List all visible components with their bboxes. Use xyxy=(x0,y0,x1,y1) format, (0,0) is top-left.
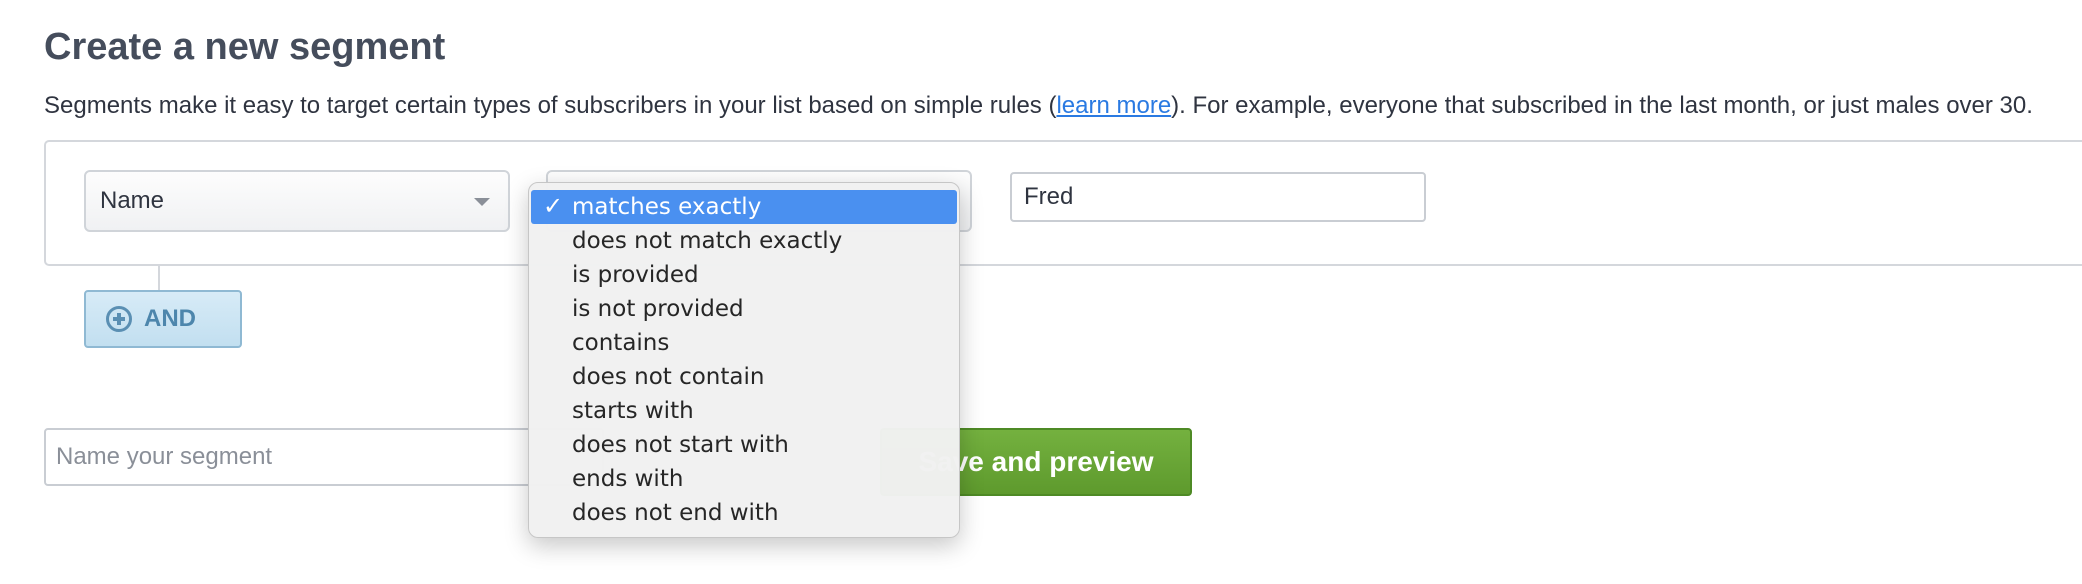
intro-text-start: Segments make it easy to target certain … xyxy=(44,92,1057,119)
field-select-value: Name xyxy=(100,187,165,214)
menu-item-contains[interactable]: contains xyxy=(531,326,957,360)
checkmark-icon: ✓ xyxy=(543,192,564,220)
menu-item-label: does not match exactly xyxy=(572,228,843,254)
rule-connector-line xyxy=(158,266,160,292)
and-button[interactable]: AND xyxy=(84,290,242,348)
menu-item-label: does not contain xyxy=(572,364,765,390)
menu-item-is-not-provided[interactable]: is not provided xyxy=(531,292,957,326)
page-title: Create a new segment xyxy=(44,26,446,68)
menu-item-label: starts with xyxy=(572,398,694,424)
operator-dropdown-menu: ✓ matches exactly does not match exactly … xyxy=(528,182,960,538)
segment-name-input[interactable] xyxy=(44,428,604,486)
intro-text: Segments make it easy to target certain … xyxy=(44,92,2033,120)
menu-item-matches-exactly[interactable]: ✓ matches exactly xyxy=(531,190,957,224)
menu-item-label: does not end with xyxy=(572,500,779,526)
menu-item-label: ends with xyxy=(572,466,684,492)
menu-item-label: matches exactly xyxy=(572,194,762,220)
and-button-label: AND xyxy=(144,305,196,332)
menu-item-label: is provided xyxy=(572,262,699,288)
menu-item-label: is not provided xyxy=(572,296,744,322)
menu-item-does-not-end-with[interactable]: does not end with xyxy=(531,496,957,530)
menu-item-does-not-match-exactly[interactable]: does not match exactly xyxy=(531,224,957,258)
menu-item-label: does not start with xyxy=(572,432,789,458)
chevron-down-icon xyxy=(474,198,490,206)
menu-item-label: contains xyxy=(572,330,670,356)
plus-circle-icon xyxy=(106,306,132,332)
learn-more-link[interactable]: learn more xyxy=(1056,92,1171,119)
field-select[interactable]: Name xyxy=(84,170,510,232)
menu-item-does-not-contain[interactable]: does not contain xyxy=(531,360,957,394)
menu-item-does-not-start-with[interactable]: does not start with xyxy=(531,428,957,462)
rule-value-input[interactable] xyxy=(1010,172,1426,222)
menu-item-starts-with[interactable]: starts with xyxy=(531,394,957,428)
intro-text-end: ). For example, everyone that subscribed… xyxy=(1171,92,2033,119)
menu-item-ends-with[interactable]: ends with xyxy=(531,462,957,496)
menu-item-is-provided[interactable]: is provided xyxy=(531,258,957,292)
